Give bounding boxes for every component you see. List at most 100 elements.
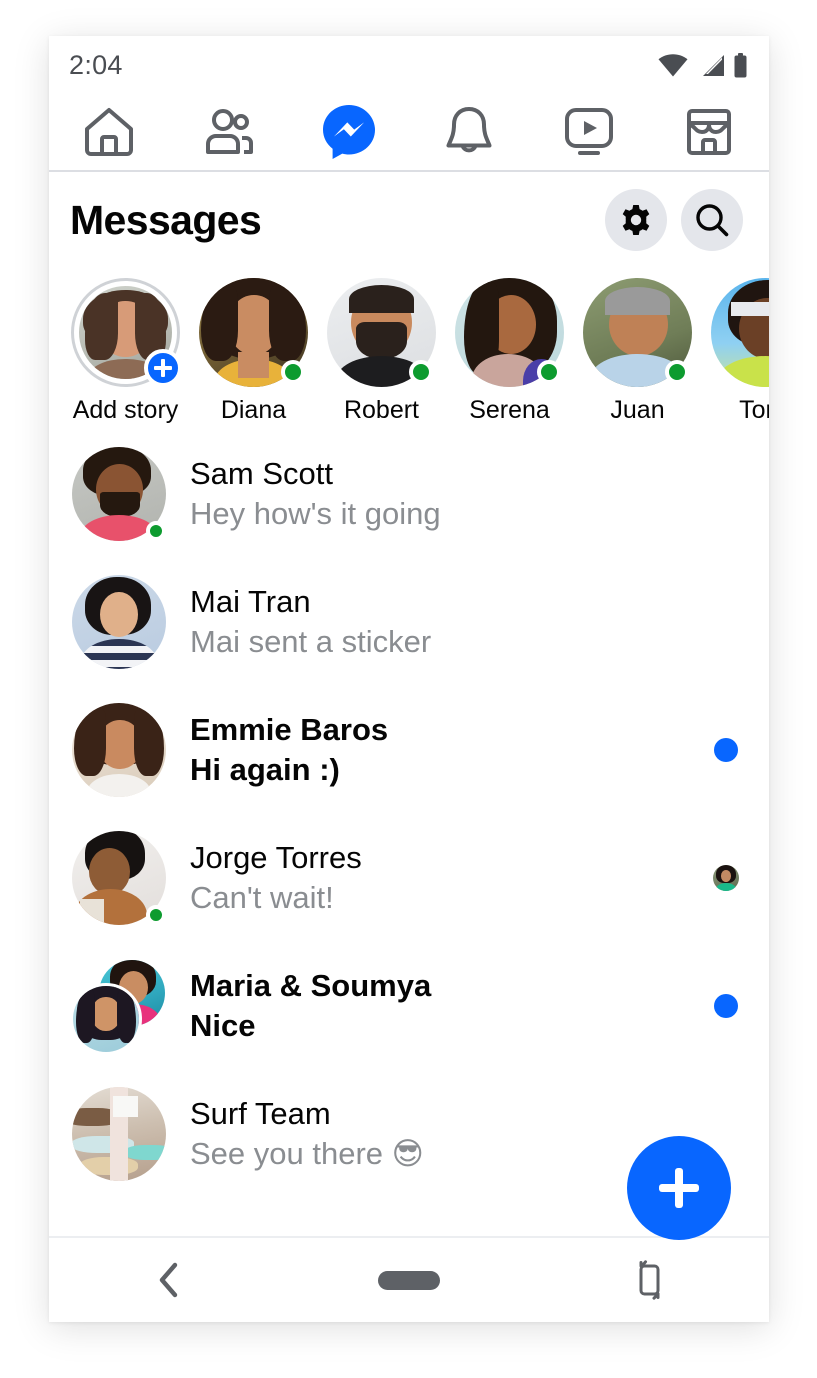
conversation-name: Jorge Torres	[190, 840, 362, 876]
tab-notifications[interactable]	[409, 94, 529, 170]
tab-home[interactable]	[49, 94, 169, 170]
conversation-name: Mai Tran	[190, 584, 311, 620]
conversation-snippet: Can't wait!	[190, 880, 334, 915]
nav-home-button[interactable]	[289, 1238, 529, 1322]
conversation-text: Surf Team See you there 😎	[190, 1094, 709, 1173]
online-status-badge	[146, 521, 166, 541]
conversation-snippet: Hi again :)	[190, 752, 340, 787]
back-chevron-icon	[159, 1262, 178, 1298]
conversation-list: Sam Scott Hey how's it going Mai Tran Ma…	[49, 424, 769, 1198]
status-bar: 2:04	[49, 36, 769, 94]
conversation-row-sam-scott[interactable]: Sam Scott Hey how's it going	[49, 430, 769, 558]
conversation-text: Emmie Baros Hi again :)	[190, 710, 709, 789]
people-icon	[206, 109, 253, 154]
seen-by-avatar	[713, 865, 739, 891]
conversation-row-jorge-torres[interactable]: Jorge Torres Can't wait!	[49, 814, 769, 942]
online-status-badge	[146, 905, 166, 925]
battery-icon	[734, 52, 747, 77]
cellular-signal-icon	[703, 54, 724, 76]
story-avatar-wrap[interactable]	[71, 278, 182, 387]
avatar-wrap	[70, 445, 168, 543]
story-item-robert[interactable]: Robert	[327, 278, 436, 424]
avatar	[711, 278, 769, 387]
avatar	[72, 1087, 166, 1181]
avatar-wrap	[70, 1085, 168, 1183]
home-icon	[85, 108, 133, 156]
status-bar-icons	[658, 52, 747, 78]
top-tab-bar	[49, 94, 769, 172]
story-label: Diana	[220, 396, 287, 424]
page-header: Messages	[49, 172, 769, 268]
avatar	[72, 703, 166, 797]
conversation-snippet: Mai sent a sticker	[190, 624, 432, 659]
store-icon	[687, 109, 731, 155]
gear-icon	[622, 205, 650, 235]
story-avatar-wrap[interactable]	[583, 278, 692, 387]
conversation-name: Surf Team	[190, 1096, 331, 1132]
conversation-text: Jorge Torres Can't wait!	[190, 838, 709, 917]
story-avatar-wrap[interactable]	[327, 278, 436, 387]
avatar-wrap	[70, 573, 168, 671]
nav-back-button[interactable]	[49, 1238, 289, 1322]
tab-messenger[interactable]	[289, 94, 409, 170]
screenshot-root: 2:04 Messages Add story Diana Robert Ser…	[0, 0, 817, 1378]
story-label: Serena	[469, 396, 550, 424]
story-item-diana[interactable]: Diana	[199, 278, 308, 424]
avatar-wrap	[70, 701, 168, 799]
rotate-screen-icon	[639, 1260, 660, 1300]
tab-marketplace[interactable]	[649, 94, 769, 170]
avatar-wrap	[70, 829, 168, 927]
story-item-serena[interactable]: Serena	[455, 278, 564, 424]
story-label: Add story	[72, 396, 179, 424]
conversation-text: Maria & Soumya Nice	[190, 966, 709, 1045]
conversation-text: Mai Tran Mai sent a sticker	[190, 582, 709, 661]
conversation-text: Sam Scott Hey how's it going	[190, 454, 709, 533]
system-nav-bar	[49, 1236, 769, 1322]
settings-button[interactable]	[605, 189, 667, 251]
unread-dot-icon	[714, 994, 738, 1018]
plus-icon[interactable]	[144, 349, 182, 387]
conversation-row-mai-tran[interactable]: Mai Tran Mai sent a sticker	[49, 558, 769, 686]
unread-dot-icon	[714, 738, 738, 762]
conversation-row-maria-and-soumya[interactable]: Maria & Soumya Nice	[49, 942, 769, 1070]
story-label: Robert	[343, 396, 420, 424]
avatar	[72, 575, 166, 669]
wifi-icon	[658, 53, 688, 76]
home-pill-icon	[378, 1270, 440, 1290]
conversation-snippet: Hey how's it going	[190, 496, 441, 531]
story-item-juan[interactable]: Juan	[583, 278, 692, 424]
bell-icon	[446, 107, 492, 153]
tab-friends[interactable]	[169, 94, 289, 170]
search-button[interactable]	[681, 189, 743, 251]
conversation-indicator	[709, 994, 743, 1018]
conversation-indicator	[709, 738, 743, 762]
video-play-icon	[565, 108, 613, 155]
status-bar-clock: 2:04	[69, 49, 123, 80]
conversation-name: Emmie Baros	[190, 712, 389, 748]
online-status-badge	[537, 360, 561, 384]
nav-rotate-button[interactable]	[529, 1238, 769, 1322]
conversation-indicator	[709, 865, 743, 891]
story-label: Tony	[739, 396, 769, 424]
messenger-icon	[323, 105, 375, 159]
story-label: Juan	[610, 396, 665, 424]
story-item-add-story[interactable]: Add story	[71, 278, 182, 424]
story-avatar-wrap[interactable]	[199, 278, 308, 387]
tab-watch[interactable]	[529, 94, 649, 170]
conversation-snippet: Nice	[190, 1008, 256, 1043]
avatar-wrap	[70, 957, 168, 1055]
page-title: Messages	[70, 196, 262, 243]
story-avatar-wrap[interactable]	[455, 278, 564, 387]
conversation-row-emmie-baros[interactable]: Emmie Baros Hi again :)	[49, 686, 769, 814]
stories-row[interactable]: Add story Diana Robert Serena Juan To	[49, 268, 769, 424]
online-status-badge	[409, 360, 433, 384]
phone-frame: 2:04 Messages Add story Diana Robert Ser…	[49, 36, 769, 1322]
online-status-badge	[281, 360, 305, 384]
story-item-tony[interactable]: Tony	[711, 278, 769, 424]
online-status-badge	[665, 360, 689, 384]
story-avatar-wrap[interactable]	[711, 278, 769, 387]
conversation-name: Maria & Soumya	[190, 968, 432, 1004]
new-message-fab[interactable]	[627, 1136, 731, 1240]
search-icon	[696, 204, 729, 237]
conversation-name: Sam Scott	[190, 456, 333, 492]
